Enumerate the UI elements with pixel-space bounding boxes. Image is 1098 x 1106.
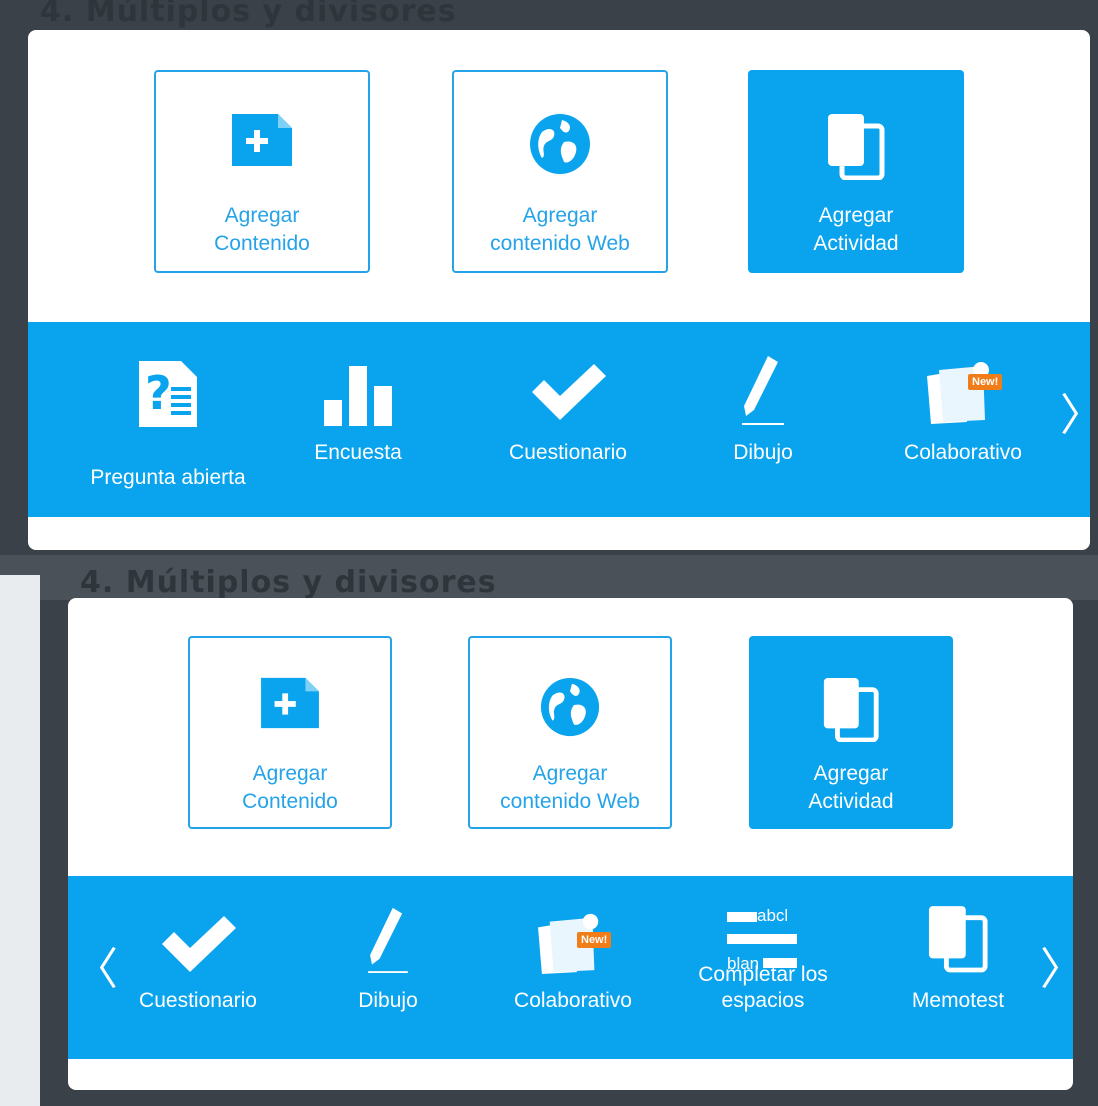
- add-content-modal-top: Agregar Contenido Agregar contenido Web Ag…: [28, 30, 1090, 550]
- tile-label: Agregar Contenido: [242, 762, 338, 813]
- pencil-icon: [742, 356, 784, 425]
- copy-cards-icon: [828, 114, 885, 180]
- add-web-content-tile[interactable]: Agregar contenido Web: [468, 636, 672, 829]
- activity-carousel: 〈 Cuestionario Dibujo New! Colaborativo: [68, 876, 1073, 1059]
- add-activity-tile[interactable]: Agregar Actividad: [749, 636, 953, 829]
- activity-label: Dibujo: [733, 441, 793, 464]
- background-sidebar: [0, 575, 40, 1106]
- activity-label: Dibujo: [358, 989, 418, 1012]
- activity-carousel: ? Pregunta abierta Encuesta Cuestionario: [28, 322, 1090, 517]
- add-folder-icon: [261, 677, 319, 729]
- carousel-next-arrow[interactable]: 〉: [1060, 394, 1090, 438]
- add-content-modal-bottom: Agregar Contenido Agregar contenido Web Ag…: [68, 598, 1073, 1090]
- activity-quiz[interactable]: Cuestionario: [468, 352, 668, 512]
- new-badge: New!: [577, 932, 612, 948]
- add-web-content-tile[interactable]: Agregar contenido Web: [452, 70, 668, 273]
- activity-drawing[interactable]: Dibujo: [698, 352, 828, 512]
- tile-label: Agregar contenido Web: [490, 204, 630, 255]
- memotest-icon: [928, 906, 988, 973]
- checkmark-icon: [532, 364, 606, 420]
- activity-label: Completar los espacios: [698, 963, 828, 1012]
- activity-quiz[interactable]: Cuestionario: [128, 906, 268, 1056]
- activity-memotest[interactable]: Memotest: [888, 906, 1028, 1056]
- background-heading: 4. Múltiplos y divisores: [40, 0, 457, 29]
- activity-label: Cuestionario: [139, 989, 257, 1012]
- fill-blanks-icon-text: abcl: [757, 906, 789, 925]
- activity-collaborative[interactable]: New! Colaborativo: [493, 906, 653, 1056]
- tile-label: Agregar contenido Web: [500, 762, 640, 813]
- carousel-next-arrow[interactable]: 〉: [1040, 948, 1073, 992]
- activity-label: Pregunta abierta: [90, 466, 246, 489]
- background-heading: 4. Múltiplos y divisores: [80, 565, 497, 600]
- new-badge: New!: [968, 374, 1003, 390]
- copy-cards-icon: [823, 678, 879, 742]
- activity-drawing[interactable]: Dibujo: [328, 906, 448, 1056]
- open-question-icon: ?: [139, 361, 197, 427]
- activity-label: Cuestionario: [509, 441, 627, 464]
- carousel-prev-arrow[interactable]: 〈: [74, 948, 118, 992]
- add-content-tile[interactable]: Agregar Contenido: [188, 636, 392, 829]
- background-heading-strip-2: 4. Múltiplos y divisores: [0, 555, 1098, 600]
- activity-label: Colaborativo: [514, 989, 632, 1012]
- globe-icon: [540, 677, 600, 737]
- add-activity-tile[interactable]: Agregar Actividad: [748, 70, 964, 273]
- tile-label: Agregar Actividad: [808, 762, 894, 813]
- tile-label: Agregar Actividad: [813, 204, 899, 255]
- add-folder-icon: [232, 114, 292, 166]
- activity-survey[interactable]: Encuesta: [288, 352, 428, 512]
- activity-fill-blanks[interactable]: abcl blan Completar los espacios: [683, 906, 843, 1056]
- checkmark-icon: [162, 916, 236, 972]
- background-heading-strip: 4. Múltiplos y divisores: [0, 0, 1098, 30]
- activity-label: Memotest: [911, 989, 1005, 1012]
- collaborative-icon: [927, 362, 989, 424]
- activity-open-question[interactable]: ? Pregunta abierta: [68, 352, 268, 512]
- svg-text:?: ?: [145, 366, 172, 420]
- pencil-icon: [368, 907, 408, 974]
- add-content-tile[interactable]: Agregar Contenido: [154, 70, 370, 273]
- activity-label: Encuesta: [314, 441, 402, 464]
- activity-label: Colaborativo: [904, 441, 1022, 464]
- bar-chart-icon: [324, 366, 392, 426]
- activity-collaborative[interactable]: New! Colaborativo: [878, 352, 1048, 512]
- tile-label: Agregar Contenido: [214, 204, 310, 255]
- globe-icon: [530, 114, 590, 174]
